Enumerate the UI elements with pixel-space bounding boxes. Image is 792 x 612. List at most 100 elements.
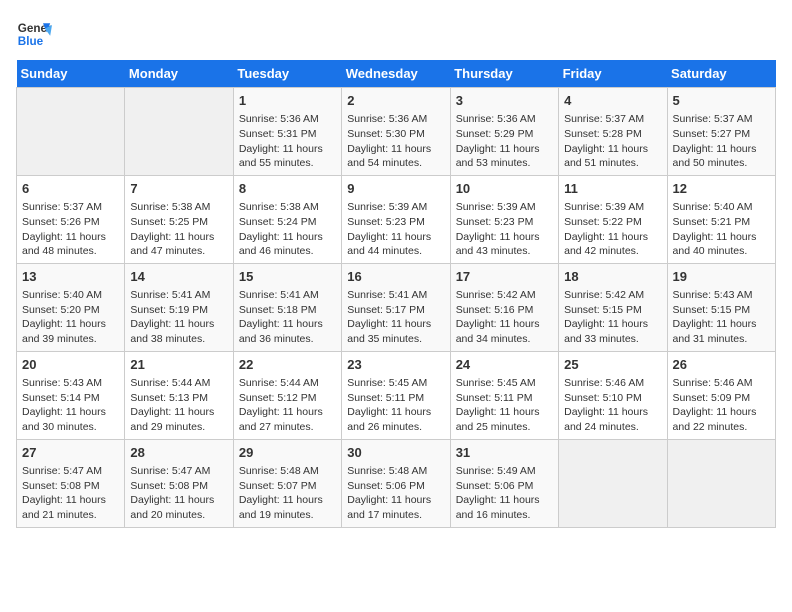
weekday-header-sunday: Sunday: [17, 60, 125, 88]
calendar-cell: 29Sunrise: 5:48 AM Sunset: 5:07 PM Dayli…: [233, 439, 341, 527]
day-number: 27: [22, 444, 119, 462]
week-row-1: 1 Sunrise: 5:36 AM Sunset: 5:31 PM Daylig…: [17, 88, 776, 176]
day-content: Sunrise: 5:46 AM Sunset: 5:10 PM Dayligh…: [564, 376, 661, 435]
day-number: 21: [130, 356, 227, 374]
day-content: Sunrise: 5:45 AM Sunset: 5:11 PM Dayligh…: [347, 376, 444, 435]
calendar-cell: 31Sunrise: 5:49 AM Sunset: 5:06 PM Dayli…: [450, 439, 558, 527]
calendar-cell: 15 Sunrise: 5:41 AM Sunset: 5:18 PM Dayli…: [233, 263, 341, 351]
calendar-cell: 22Sunrise: 5:44 AM Sunset: 5:12 PM Dayli…: [233, 351, 341, 439]
day-content: Sunrise: 5:47 AM Sunset: 5:08 PM Dayligh…: [22, 464, 119, 523]
page-header: General Blue: [16, 16, 776, 52]
calendar-cell: 6 Sunrise: 5:37 AM Sunset: 5:26 PM Daylig…: [17, 175, 125, 263]
calendar-cell: 20 Sunrise: 5:43 AM Sunset: 5:14 PM Dayli…: [17, 351, 125, 439]
weekday-header-wednesday: Wednesday: [342, 60, 450, 88]
day-content: Sunrise: 5:36 AM Sunset: 5:31 PM Dayligh…: [239, 112, 336, 171]
day-number: 12: [673, 180, 770, 198]
day-number: 23: [347, 356, 444, 374]
weekday-header-row: SundayMondayTuesdayWednesdayThursdayFrid…: [17, 60, 776, 88]
day-number: 6: [22, 180, 119, 198]
day-number: 11: [564, 180, 661, 198]
day-number: 5: [673, 92, 770, 110]
logo-icon: General Blue: [16, 16, 52, 52]
day-content: Sunrise: 5:39 AM Sunset: 5:22 PM Dayligh…: [564, 200, 661, 259]
day-number: 26: [673, 356, 770, 374]
day-content: Sunrise: 5:37 AM Sunset: 5:26 PM Dayligh…: [22, 200, 119, 259]
day-number: 28: [130, 444, 227, 462]
day-number: 1: [239, 92, 336, 110]
day-content: Sunrise: 5:45 AM Sunset: 5:11 PM Dayligh…: [456, 376, 553, 435]
weekday-header-monday: Monday: [125, 60, 233, 88]
calendar-cell: 27 Sunrise: 5:47 AM Sunset: 5:08 PM Dayli…: [17, 439, 125, 527]
day-content: Sunrise: 5:48 AM Sunset: 5:07 PM Dayligh…: [239, 464, 336, 523]
weekday-header-saturday: Saturday: [667, 60, 775, 88]
day-content: Sunrise: 5:40 AM Sunset: 5:20 PM Dayligh…: [22, 288, 119, 347]
week-row-5: 27 Sunrise: 5:47 AM Sunset: 5:08 PM Dayli…: [17, 439, 776, 527]
day-content: Sunrise: 5:42 AM Sunset: 5:16 PM Dayligh…: [456, 288, 553, 347]
week-row-2: 6 Sunrise: 5:37 AM Sunset: 5:26 PM Daylig…: [17, 175, 776, 263]
calendar-cell: 13 Sunrise: 5:40 AM Sunset: 5:20 PM Dayli…: [17, 263, 125, 351]
calendar-cell: 24 Sunrise: 5:45 AM Sunset: 5:11 PM Dayli…: [450, 351, 558, 439]
calendar-cell: [125, 88, 233, 176]
day-number: 16: [347, 268, 444, 286]
weekday-header-tuesday: Tuesday: [233, 60, 341, 88]
day-number: 4: [564, 92, 661, 110]
week-row-3: 13 Sunrise: 5:40 AM Sunset: 5:20 PM Dayli…: [17, 263, 776, 351]
day-number: 15: [239, 268, 336, 286]
weekday-header-thursday: Thursday: [450, 60, 558, 88]
calendar-cell: 17 Sunrise: 5:42 AM Sunset: 5:16 PM Dayli…: [450, 263, 558, 351]
calendar-cell: 11 Sunrise: 5:39 AM Sunset: 5:22 PM Dayli…: [559, 175, 667, 263]
day-content: Sunrise: 5:41 AM Sunset: 5:18 PM Dayligh…: [239, 288, 336, 347]
day-number: 2: [347, 92, 444, 110]
calendar-cell: 16 Sunrise: 5:41 AM Sunset: 5:17 PM Dayli…: [342, 263, 450, 351]
week-row-4: 20 Sunrise: 5:43 AM Sunset: 5:14 PM Dayli…: [17, 351, 776, 439]
day-number: 10: [456, 180, 553, 198]
day-number: 31: [456, 444, 553, 462]
day-content: Sunrise: 5:37 AM Sunset: 5:27 PM Dayligh…: [673, 112, 770, 171]
day-content: Sunrise: 5:47 AM Sunset: 5:08 PM Dayligh…: [130, 464, 227, 523]
day-number: 14: [130, 268, 227, 286]
day-number: 9: [347, 180, 444, 198]
day-content: Sunrise: 5:39 AM Sunset: 5:23 PM Dayligh…: [347, 200, 444, 259]
day-content: Sunrise: 5:48 AM Sunset: 5:06 PM Dayligh…: [347, 464, 444, 523]
calendar-cell: 18Sunrise: 5:42 AM Sunset: 5:15 PM Dayli…: [559, 263, 667, 351]
day-content: Sunrise: 5:38 AM Sunset: 5:24 PM Dayligh…: [239, 200, 336, 259]
calendar-cell: [17, 88, 125, 176]
day-number: 8: [239, 180, 336, 198]
calendar-cell: 1 Sunrise: 5:36 AM Sunset: 5:31 PM Daylig…: [233, 88, 341, 176]
day-number: 19: [673, 268, 770, 286]
day-content: Sunrise: 5:41 AM Sunset: 5:17 PM Dayligh…: [347, 288, 444, 347]
day-number: 7: [130, 180, 227, 198]
day-content: Sunrise: 5:43 AM Sunset: 5:15 PM Dayligh…: [673, 288, 770, 347]
day-content: Sunrise: 5:42 AM Sunset: 5:15 PM Dayligh…: [564, 288, 661, 347]
calendar-cell: 5 Sunrise: 5:37 AM Sunset: 5:27 PM Daylig…: [667, 88, 775, 176]
logo: General Blue: [16, 16, 52, 52]
calendar-cell: 9 Sunrise: 5:39 AM Sunset: 5:23 PM Daylig…: [342, 175, 450, 263]
calendar-cell: 25Sunrise: 5:46 AM Sunset: 5:10 PM Dayli…: [559, 351, 667, 439]
weekday-header-friday: Friday: [559, 60, 667, 88]
calendar-cell: 26 Sunrise: 5:46 AM Sunset: 5:09 PM Dayli…: [667, 351, 775, 439]
calendar-cell: 21 Sunrise: 5:44 AM Sunset: 5:13 PM Dayli…: [125, 351, 233, 439]
calendar-cell: 10Sunrise: 5:39 AM Sunset: 5:23 PM Dayli…: [450, 175, 558, 263]
day-content: Sunrise: 5:37 AM Sunset: 5:28 PM Dayligh…: [564, 112, 661, 171]
day-number: 24: [456, 356, 553, 374]
calendar-table: SundayMondayTuesdayWednesdayThursdayFrid…: [16, 60, 776, 528]
day-number: 22: [239, 356, 336, 374]
day-content: Sunrise: 5:36 AM Sunset: 5:29 PM Dayligh…: [456, 112, 553, 171]
day-content: Sunrise: 5:36 AM Sunset: 5:30 PM Dayligh…: [347, 112, 444, 171]
day-number: 13: [22, 268, 119, 286]
day-content: Sunrise: 5:40 AM Sunset: 5:21 PM Dayligh…: [673, 200, 770, 259]
day-content: Sunrise: 5:38 AM Sunset: 5:25 PM Dayligh…: [130, 200, 227, 259]
day-number: 3: [456, 92, 553, 110]
day-content: Sunrise: 5:46 AM Sunset: 5:09 PM Dayligh…: [673, 376, 770, 435]
calendar-cell: 4 Sunrise: 5:37 AM Sunset: 5:28 PM Daylig…: [559, 88, 667, 176]
day-number: 20: [22, 356, 119, 374]
calendar-cell: [667, 439, 775, 527]
calendar-cell: 7 Sunrise: 5:38 AM Sunset: 5:25 PM Daylig…: [125, 175, 233, 263]
calendar-cell: 19 Sunrise: 5:43 AM Sunset: 5:15 PM Dayli…: [667, 263, 775, 351]
calendar-cell: 2 Sunrise: 5:36 AM Sunset: 5:30 PM Daylig…: [342, 88, 450, 176]
day-content: Sunrise: 5:43 AM Sunset: 5:14 PM Dayligh…: [22, 376, 119, 435]
day-number: 17: [456, 268, 553, 286]
svg-text:Blue: Blue: [18, 35, 44, 48]
day-content: Sunrise: 5:44 AM Sunset: 5:13 PM Dayligh…: [130, 376, 227, 435]
calendar-cell: 12 Sunrise: 5:40 AM Sunset: 5:21 PM Dayli…: [667, 175, 775, 263]
